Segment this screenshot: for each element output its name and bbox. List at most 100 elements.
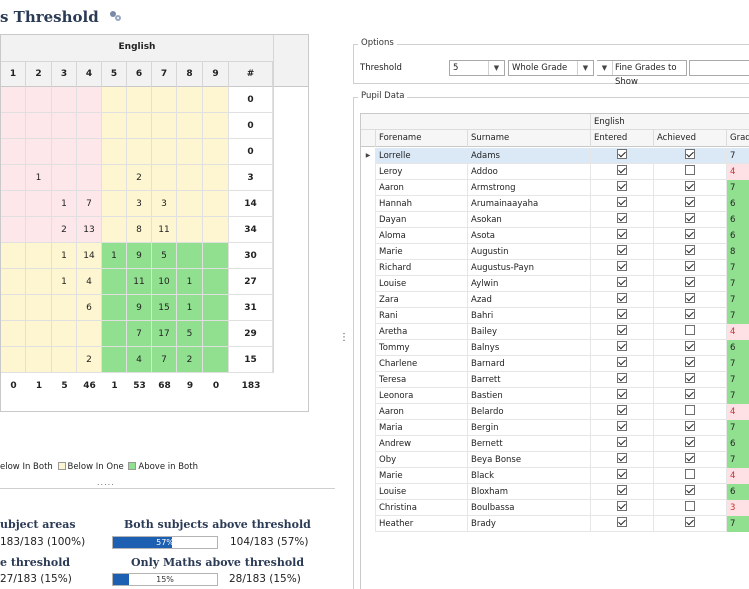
cell-surname[interactable]: Bahri: [467, 308, 590, 324]
achieved-checkbox[interactable]: [685, 261, 695, 271]
matrix-row-total[interactable]: 3: [229, 165, 273, 191]
matrix-cell[interactable]: [1, 347, 26, 373]
matrix-cell[interactable]: 7: [127, 321, 152, 347]
matrix-cell[interactable]: [1, 165, 26, 191]
cell-surname[interactable]: Boulbassa: [467, 500, 590, 516]
matrix-cell[interactable]: [203, 139, 229, 165]
matrix-cell[interactable]: [203, 165, 229, 191]
cell-surname[interactable]: Augustin: [467, 244, 590, 260]
matrix-cell[interactable]: [127, 87, 152, 113]
cell-grade[interactable]: 7: [726, 148, 749, 164]
achieved-checkbox[interactable]: [685, 181, 695, 191]
table-row[interactable]: Aretha Bailey 4: [361, 324, 749, 340]
cell-surname[interactable]: Aylwin: [467, 276, 590, 292]
matrix-cell[interactable]: [26, 347, 52, 373]
entered-checkbox[interactable]: [617, 181, 627, 191]
matrix-cell[interactable]: 1: [52, 269, 77, 295]
cell-forename[interactable]: Andrew: [375, 436, 467, 452]
matrix-cell[interactable]: [1, 113, 26, 139]
cell-surname[interactable]: Augustus-Payn: [467, 260, 590, 276]
matrix-cell[interactable]: [203, 321, 229, 347]
matrix-cell[interactable]: [127, 113, 152, 139]
matrix-cell[interactable]: [77, 165, 102, 191]
matrix-cell[interactable]: 5: [177, 321, 203, 347]
entered-checkbox[interactable]: [617, 437, 627, 447]
cell-surname[interactable]: Barnard: [467, 356, 590, 372]
matrix-cell[interactable]: 3: [127, 191, 152, 217]
cell-grade[interactable]: 6: [726, 228, 749, 244]
table-row[interactable]: Teresa Barrett 7: [361, 372, 749, 388]
matrix-cell[interactable]: [1, 217, 26, 243]
col-header-grade[interactable]: Grad: [726, 130, 749, 147]
matrix-cell[interactable]: [52, 139, 77, 165]
achieved-checkbox[interactable]: [685, 373, 695, 383]
cell-grade[interactable]: 7: [726, 260, 749, 276]
table-row[interactable]: Leroy Addoo 4: [361, 164, 749, 180]
matrix-cell[interactable]: [152, 87, 177, 113]
cell-surname[interactable]: Bastien: [467, 388, 590, 404]
cell-grade[interactable]: 7: [726, 180, 749, 196]
matrix-cell[interactable]: 7: [152, 347, 177, 373]
cell-surname[interactable]: Beya Bonse: [467, 452, 590, 468]
cell-forename[interactable]: Oby: [375, 452, 467, 468]
matrix-cell[interactable]: 14: [77, 243, 102, 269]
matrix-cell[interactable]: [77, 87, 102, 113]
achieved-checkbox[interactable]: [685, 357, 695, 367]
cell-forename[interactable]: Aaron: [375, 404, 467, 420]
cell-forename[interactable]: Louise: [375, 484, 467, 500]
entered-checkbox[interactable]: [617, 341, 627, 351]
table-row[interactable]: Louise Bloxham 6: [361, 484, 749, 500]
cell-surname[interactable]: Arumainaayaha: [467, 196, 590, 212]
matrix-cell[interactable]: [203, 295, 229, 321]
matrix-cell[interactable]: 2: [127, 165, 152, 191]
cell-forename[interactable]: Aretha: [375, 324, 467, 340]
cell-surname[interactable]: Barrett: [467, 372, 590, 388]
cell-forename[interactable]: Louise: [375, 276, 467, 292]
matrix-cell[interactable]: 6: [77, 295, 102, 321]
matrix-cell[interactable]: [177, 165, 203, 191]
matrix-cell[interactable]: [26, 191, 52, 217]
matrix-cell[interactable]: [1, 139, 26, 165]
cell-forename[interactable]: Leonora: [375, 388, 467, 404]
cell-grade[interactable]: 7: [726, 420, 749, 436]
splitter-handle[interactable]: ⋮: [339, 332, 349, 343]
cell-forename[interactable]: Maria: [375, 420, 467, 436]
cell-forename[interactable]: Hannah: [375, 196, 467, 212]
entered-checkbox[interactable]: [617, 357, 627, 367]
cell-grade[interactable]: 7: [726, 276, 749, 292]
resize-grip[interactable]: .....: [97, 478, 115, 487]
entered-checkbox[interactable]: [617, 293, 627, 303]
matrix-cell[interactable]: [52, 295, 77, 321]
cell-surname[interactable]: Bergin: [467, 420, 590, 436]
cell-surname[interactable]: Adams: [467, 148, 590, 164]
cell-grade[interactable]: 4: [726, 404, 749, 420]
entered-checkbox[interactable]: [617, 245, 627, 255]
matrix-cell[interactable]: [177, 191, 203, 217]
table-row[interactable]: Andrew Bernett 6: [361, 436, 749, 452]
achieved-checkbox[interactable]: [685, 165, 695, 175]
col-header-entered[interactable]: Entered: [590, 130, 653, 147]
matrix-cell[interactable]: [26, 139, 52, 165]
table-row[interactable]: ▶ Lorrelle Adams 7: [361, 148, 749, 164]
cell-forename[interactable]: Lorrelle: [375, 148, 467, 164]
achieved-checkbox[interactable]: [685, 485, 695, 495]
cell-surname[interactable]: Bernett: [467, 436, 590, 452]
table-row[interactable]: Oby Beya Bonse 7: [361, 452, 749, 468]
table-row[interactable]: Louise Aylwin 7: [361, 276, 749, 292]
matrix-cell[interactable]: 3: [152, 191, 177, 217]
matrix-cell[interactable]: [177, 87, 203, 113]
table-row[interactable]: Aaron Belardo 4: [361, 404, 749, 420]
matrix-row-total[interactable]: 14: [229, 191, 273, 217]
matrix-cell[interactable]: [177, 243, 203, 269]
entered-checkbox[interactable]: [617, 469, 627, 479]
cell-forename[interactable]: Dayan: [375, 212, 467, 228]
cell-surname[interactable]: Brady: [467, 516, 590, 532]
achieved-checkbox[interactable]: [685, 149, 695, 159]
cell-surname[interactable]: Asokan: [467, 212, 590, 228]
table-row[interactable]: Aloma Asota 6: [361, 228, 749, 244]
matrix-cell[interactable]: [1, 295, 26, 321]
matrix-cell[interactable]: [52, 321, 77, 347]
entered-checkbox[interactable]: [617, 213, 627, 223]
entered-checkbox[interactable]: [617, 389, 627, 399]
matrix-cell[interactable]: [203, 269, 229, 295]
